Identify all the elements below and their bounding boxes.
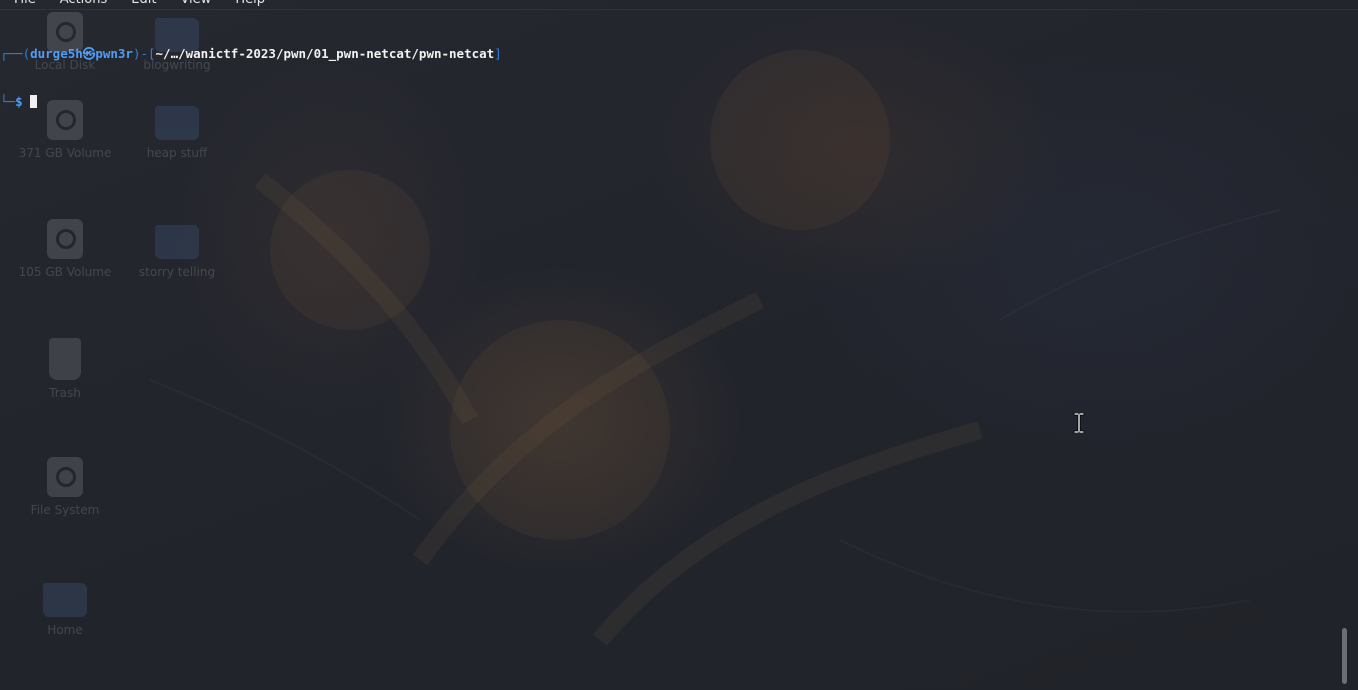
prompt-user: durge5h <box>30 46 83 61</box>
prompt-path-separator: )-[ <box>132 46 156 61</box>
prompt-path: ~/…/wanictf-2023/pwn/01_pwn-netcat/pwn-n… <box>155 46 495 61</box>
prompt-at-symbol: ㉿ <box>82 46 96 61</box>
terminal-output[interactable]: ┌──(durge5h㉿pwn3r)-[~/…/wanictf-2023/pwn… <box>0 14 502 142</box>
terminal-scrollbar-thumb[interactable] <box>1342 628 1347 684</box>
prompt-dollar: $ <box>15 94 23 109</box>
menu-file[interactable]: File <box>0 0 46 9</box>
terminal-scrollbar[interactable] <box>1340 0 1348 690</box>
prompt-host: pwn3r <box>95 46 133 61</box>
prompt-path-close: ] <box>494 46 502 61</box>
menu-help[interactable]: Help <box>221 0 275 9</box>
desktop-icon-label: 105 GB Volume <box>18 265 112 279</box>
desktop-icon-trash[interactable]: Trash <box>17 338 113 400</box>
prompt-frame-top: ┌──( <box>0 46 31 61</box>
text-cursor <box>30 95 38 108</box>
drive-icon <box>47 457 83 497</box>
desktop-icon-105gb-volume[interactable]: 105 GB Volume <box>17 219 113 279</box>
prompt-line-1: ┌──(durge5h㉿pwn3r)-[~/…/wanictf-2023/pwn… <box>0 46 502 62</box>
prompt-line-2: └─$ <box>0 94 502 110</box>
desktop-icon-file-system[interactable]: File System <box>17 457 113 517</box>
drive-icon <box>47 219 83 259</box>
menu-view[interactable]: View <box>166 0 221 9</box>
menubar-divider <box>0 9 1358 10</box>
i-beam-cursor-icon <box>1073 413 1085 433</box>
desktop-icon-label: Home <box>47 623 83 637</box>
trash-icon <box>49 338 81 380</box>
desktop-screen: Local Disk blogwriting 371 GB Volume hea… <box>0 0 1358 690</box>
desktop-icon-label: heap stuff <box>146 146 208 160</box>
desktop-icon-label: Trash <box>49 386 81 400</box>
menu-edit[interactable]: Edit <box>117 0 166 9</box>
desktop-icon-label: File System <box>30 503 100 517</box>
menu-actions[interactable]: Actions <box>46 0 118 9</box>
home-folder-icon <box>43 583 87 617</box>
desktop-icon-label: storry telling <box>138 265 216 279</box>
desktop-icon-home[interactable]: Home <box>17 577 113 637</box>
terminal-menubar: File Actions Edit View Help <box>0 0 1358 9</box>
desktop-icon-storry-telling[interactable]: storry telling <box>129 219 225 279</box>
folder-icon <box>155 225 199 259</box>
prompt-frame-bottom: └─ <box>0 94 16 109</box>
desktop-icon-label: 371 GB Volume <box>18 146 112 160</box>
